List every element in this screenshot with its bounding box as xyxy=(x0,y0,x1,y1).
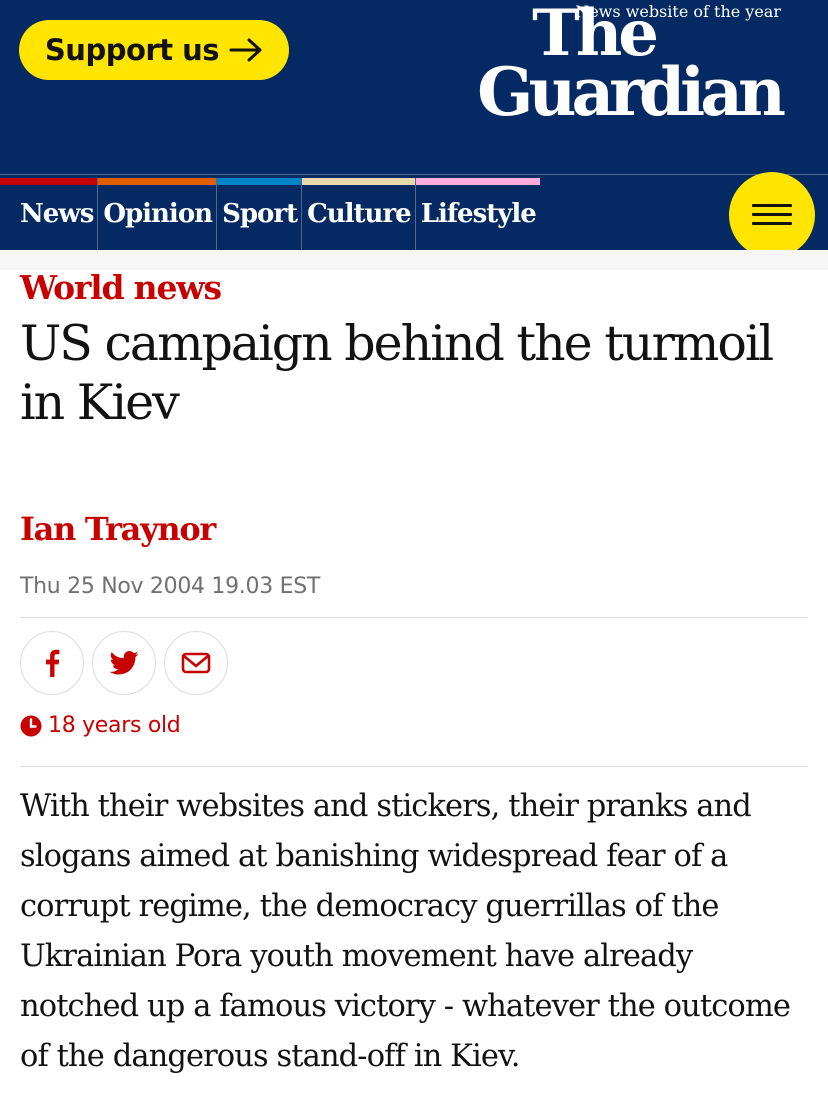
nav-item-sport[interactable]: Sport xyxy=(217,178,303,250)
header-subband xyxy=(0,250,828,270)
email-icon xyxy=(181,652,211,674)
logo-tagline: News website of the year xyxy=(575,2,781,21)
menu-button[interactable] xyxy=(729,172,815,258)
byline-author[interactable]: Ian Traynor xyxy=(20,510,216,548)
nav-item-news[interactable]: News xyxy=(0,178,99,250)
headline: US campaign behind the turmoil in Kiev xyxy=(20,315,774,431)
pillar-bar-news xyxy=(0,178,98,185)
section-label[interactable]: World news xyxy=(20,268,222,307)
divider xyxy=(20,766,808,767)
nav-label: Opinion xyxy=(103,199,213,229)
nav-label: Sport xyxy=(222,199,298,229)
nav-label: Lifestyle xyxy=(420,199,537,229)
support-us-label: Support us xyxy=(44,33,220,67)
arrow-right-icon xyxy=(229,38,262,62)
share-twitter-button[interactable] xyxy=(92,631,156,695)
dateline: Thu 25 Nov 2004 19.03 EST xyxy=(20,574,320,599)
masthead: Support us The Guardian News website of … xyxy=(0,0,828,258)
twitter-icon xyxy=(109,651,139,675)
nav-label: News xyxy=(20,199,94,229)
clock-icon xyxy=(20,715,42,736)
nav-item-lifestyle[interactable]: Lifestyle xyxy=(415,178,540,250)
support-us-button[interactable]: Support us xyxy=(19,20,289,80)
nav-item-opinion[interactable]: Opinion xyxy=(98,178,218,250)
share-email-button[interactable] xyxy=(164,631,228,695)
nav-label: Culture xyxy=(307,199,412,229)
nav-item-culture[interactable]: Culture xyxy=(302,178,416,250)
pillar-bar-sport xyxy=(217,178,302,185)
share-buttons xyxy=(20,631,228,695)
pillar-nav: News Opinion Sport Culture Lifestyle xyxy=(0,178,540,250)
nav-divider xyxy=(0,174,828,175)
divider xyxy=(20,617,808,618)
age-label: 18 years old xyxy=(48,713,181,738)
standfirst: With their websites and stickers, their … xyxy=(20,789,791,1074)
hamburger-icon xyxy=(752,204,792,226)
share-facebook-button[interactable] xyxy=(20,631,84,695)
pillar-bar-lifestyle xyxy=(415,178,540,185)
logo-guardian: Guardian xyxy=(477,53,786,131)
article-age: 18 years old xyxy=(20,713,181,738)
facebook-icon xyxy=(46,649,60,677)
pillar-bar-opinion xyxy=(98,178,217,185)
pillar-bar-culture xyxy=(302,178,415,185)
